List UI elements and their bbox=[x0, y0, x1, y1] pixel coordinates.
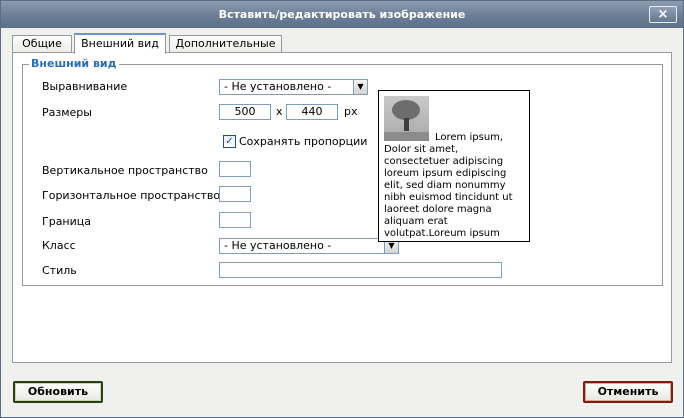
constrain-label: Сохранять пропорции bbox=[239, 135, 368, 148]
constrain-checkbox[interactable]: ✓ bbox=[223, 135, 236, 148]
checkmark-icon: ✓ bbox=[225, 136, 234, 147]
title-bar[interactable]: Вставить/редактировать изображение × bbox=[1, 1, 683, 28]
style-input[interactable] bbox=[219, 262, 502, 278]
style-label: Стиль bbox=[42, 264, 77, 277]
vspace-input[interactable] bbox=[219, 161, 251, 177]
tab-panel: Внешний вид Выравнивание - Не установлен… bbox=[12, 52, 672, 363]
border-input[interactable] bbox=[219, 212, 251, 228]
hspace-label: Горизонтальное пространство bbox=[42, 189, 221, 202]
align-select-value: - Не установлено - bbox=[224, 80, 332, 93]
width-input[interactable]: 500 bbox=[219, 104, 271, 120]
dimensions-label: Размеры bbox=[42, 106, 92, 119]
image-preview: Lorem ipsum, Dolor sit amet, consectetue… bbox=[378, 90, 530, 242]
cancel-button[interactable]: Отменить bbox=[583, 381, 673, 403]
close-button[interactable]: × bbox=[649, 6, 677, 23]
hspace-input[interactable] bbox=[219, 186, 251, 202]
tab-general[interactable]: Общие bbox=[12, 35, 72, 53]
border-label: Граница bbox=[42, 215, 92, 228]
height-input[interactable]: 440 bbox=[286, 104, 338, 120]
tab-appearance[interactable]: Внешний вид bbox=[74, 33, 166, 54]
chevron-down-icon: ▼ bbox=[353, 80, 367, 94]
update-button[interactable]: Обновить bbox=[13, 381, 103, 403]
preview-text: Lorem ipsum, Dolor sit amet, consectetue… bbox=[384, 132, 513, 239]
vspace-label: Вертикальное пространство bbox=[42, 164, 208, 177]
image-dialog: Вставить/редактировать изображение × Общ… bbox=[0, 0, 684, 418]
align-select[interactable]: - Не установлено - ▼ bbox=[219, 79, 368, 95]
dialog-title: Вставить/редактировать изображение bbox=[218, 8, 466, 21]
tab-advanced[interactable]: Дополнительные bbox=[169, 35, 282, 53]
close-icon: × bbox=[657, 7, 669, 22]
fieldset-legend: Внешний вид bbox=[29, 57, 119, 70]
dimension-unit: px bbox=[344, 105, 358, 118]
class-select-value: - Не установлено - bbox=[224, 239, 332, 252]
appearance-fieldset: Внешний вид Выравнивание - Не установлен… bbox=[22, 57, 663, 286]
class-label: Класс bbox=[42, 239, 76, 252]
align-label: Выравнивание bbox=[42, 80, 128, 93]
class-select[interactable]: - Не установлено - ▼ bbox=[219, 238, 399, 254]
dimension-separator: x bbox=[276, 105, 283, 118]
